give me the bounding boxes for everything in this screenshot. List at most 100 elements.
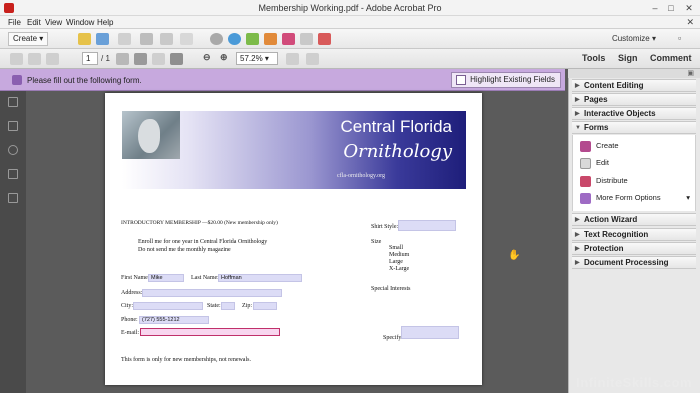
form-notice-bar: Please fill out the following form. High… [0,69,565,91]
pdf-page: Central Florida Ornithology cfla-ornitho… [105,93,482,385]
collapsed-arrow-icon: ▶ [575,83,580,89]
collapsed-arrow-icon: ▶ [575,111,580,117]
section-document-processing[interactable]: ▶ Document Processing [572,256,696,269]
section-action-wizard[interactable]: ▶ Action Wizard [572,213,696,226]
create-button[interactable]: Create ▾ [8,32,49,46]
toolbar-options-icon[interactable]: ▫ [678,33,681,43]
shirt-style-field[interactable] [398,220,456,231]
customize-dropdown[interactable]: Customize ▾ [612,34,656,43]
print-icon[interactable] [140,33,153,45]
layers-icon[interactable] [8,193,18,203]
size-label: Size [371,239,382,245]
tab-tools[interactable]: Tools [582,53,605,63]
specify-field[interactable] [401,326,459,339]
close-window-icon[interactable]: ✕ [682,3,696,14]
forms-distribute-item[interactable]: Distribute [580,175,628,189]
section-forms[interactable]: ▼ Forms [572,121,696,134]
attachments-icon[interactable] [8,145,18,155]
forms-create-label: Create [596,141,619,150]
title-bar: Membership Working.pdf - Adobe Acrobat P… [0,0,700,16]
section-interactive-objects[interactable]: ▶ Interactive Objects [572,107,696,120]
select-tool-icon[interactable] [134,53,147,65]
zip-label: Zip: [242,303,252,309]
section-content-editing[interactable]: ▶ Content Editing [572,79,696,92]
comment-icon[interactable] [228,33,241,45]
banner-subtitle: Ornithology [343,141,452,162]
menu-file[interactable]: File [8,18,21,27]
panel-options-icon[interactable]: ▣ [687,69,694,77]
section-protection-label: Protection [584,244,624,253]
menu-edit[interactable]: Edit [27,18,41,27]
zoom-level-select[interactable]: 57.2% ▾ [236,52,278,65]
pan-icon[interactable] [170,53,183,65]
cloud-icon[interactable] [118,33,131,45]
menu-view[interactable]: View [45,18,62,27]
menu-help[interactable]: Help [97,18,113,27]
first-name-field[interactable]: Mike [148,274,184,282]
email-label: E-mail: [121,330,139,336]
marquee-zoom-icon[interactable] [152,53,165,65]
page-thumbnails-icon[interactable] [8,97,18,107]
gear-icon[interactable] [210,33,223,45]
expanded-arrow-icon: ▼ [575,125,581,131]
window-title: Membership Working.pdf - Adobe Acrobat P… [258,3,442,13]
state-field[interactable] [221,302,235,310]
review-icon[interactable] [300,33,313,45]
email-icon[interactable] [180,33,193,45]
section-document-processing-label: Document Processing [584,258,669,267]
collapsed-arrow-icon: ▶ [575,232,580,238]
zip-field[interactable] [253,302,277,310]
tab-sign[interactable]: Sign [618,53,638,63]
highlight-icon[interactable] [246,33,259,45]
save-icon[interactable] [96,33,109,45]
city-field[interactable] [133,302,203,310]
minimize-icon[interactable]: – [648,3,662,13]
highlight-fields-button[interactable]: Highlight Existing Fields [451,72,561,88]
signatures-icon[interactable] [8,169,18,179]
section-text-recognition[interactable]: ▶ Text Recognition [572,228,696,241]
form-distribute-icon [580,176,591,187]
tab-comment[interactable]: Comment [650,53,692,63]
prev-page-icon[interactable] [10,53,23,65]
tools-panel-header: ▣ [568,69,700,78]
sign-icon[interactable] [282,33,295,45]
page-number-input[interactable]: 1 [82,52,98,65]
zoom-in-icon[interactable]: ⊕ [220,52,228,63]
maximize-icon[interactable]: □ [664,3,678,13]
email-field[interactable] [140,328,280,336]
open-folder-icon[interactable] [78,33,91,45]
form-more-options-icon [580,193,591,204]
fit-width-icon[interactable] [306,53,319,65]
section-interactive-objects-label: Interactive Objects [584,109,656,118]
section-pages[interactable]: ▶ Pages [572,93,696,106]
next-page-icon[interactable] [28,53,41,65]
bookmarks-icon[interactable] [8,121,18,131]
section-forms-label: Forms [584,123,609,132]
banner-url: cfla-ornithology.org [337,173,385,179]
fit-page-icon[interactable] [286,53,299,65]
size-small: Small [389,245,404,251]
hand-tool-icon[interactable] [116,53,129,65]
last-name-field[interactable]: Hoffman [218,274,302,282]
highlight-fields-label: Highlight Existing Fields [470,75,555,84]
forms-create-item[interactable]: Create [580,140,619,154]
address-field[interactable] [142,289,282,297]
forms-more-options-item[interactable]: More Form Options ▾ [580,192,690,206]
enroll-option: Enroll me for one year in Central Florid… [138,239,268,245]
forms-edit-label: Edit [596,158,609,167]
zoom-out-icon[interactable]: ⊖ [203,52,211,63]
collapsed-arrow-icon: ▶ [575,217,580,223]
navigation-pane [0,69,26,393]
stamp-icon[interactable] [264,33,277,45]
forms-edit-item[interactable]: Edit [580,157,609,171]
section-protection[interactable]: ▶ Protection [572,242,696,255]
attach-icon[interactable] [160,33,173,45]
section-content-editing-label: Content Editing [584,81,644,90]
phone-field[interactable]: (727) 555-1212 [139,316,209,324]
first-page-icon[interactable] [46,53,59,65]
close-document-icon[interactable]: ✕ [686,17,694,28]
last-name-label: Last Name: [191,275,219,281]
menu-window[interactable]: Window [66,18,94,27]
section-action-wizard-label: Action Wizard [584,215,638,224]
share-icon[interactable] [318,33,331,45]
